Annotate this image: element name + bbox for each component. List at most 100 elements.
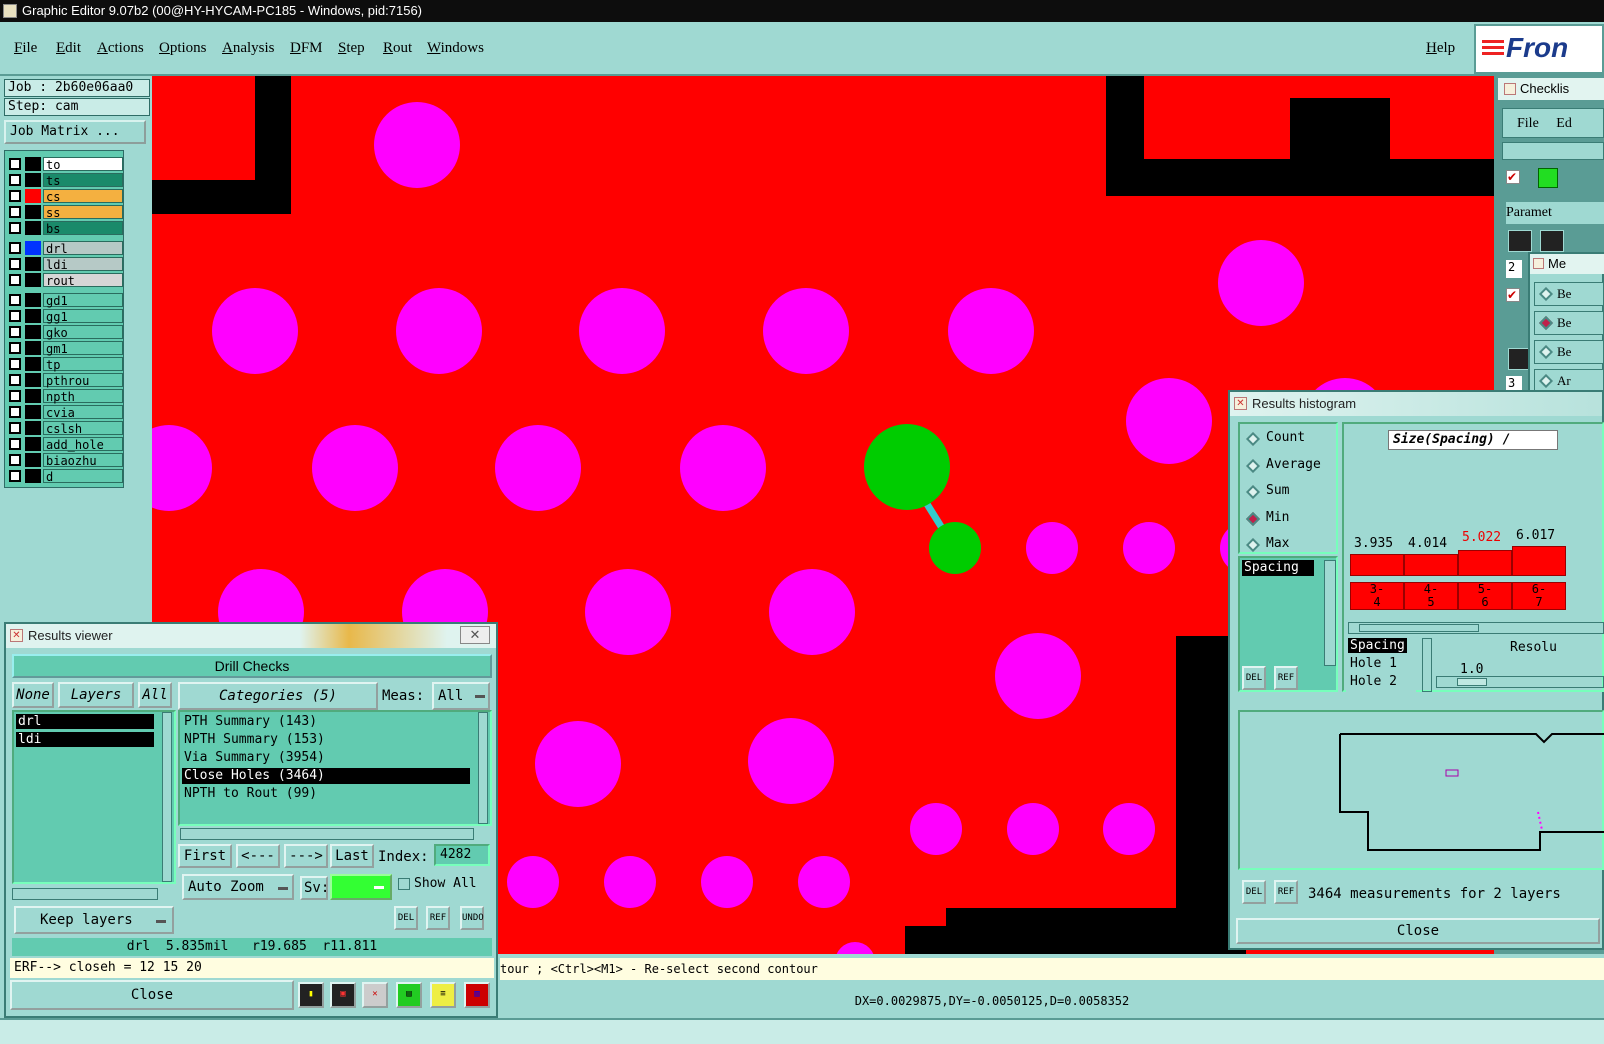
layer-row-ts[interactable]: ts bbox=[7, 173, 123, 188]
layer-name[interactable]: biaozhu bbox=[43, 453, 123, 468]
layer-icon[interactable]: ▮ bbox=[298, 982, 324, 1008]
measure-option-radio[interactable] bbox=[1538, 344, 1554, 360]
layer-result-item[interactable]: drl bbox=[16, 714, 154, 729]
menu-options[interactable]: Options bbox=[159, 40, 207, 57]
layer-name[interactable]: to bbox=[43, 157, 123, 172]
layer-checkbox[interactable] bbox=[9, 174, 21, 186]
layer-checkbox[interactable] bbox=[9, 310, 21, 322]
layer-checkbox[interactable] bbox=[9, 158, 21, 170]
layers-button[interactable]: Layers bbox=[58, 682, 134, 708]
layer-checkbox[interactable] bbox=[9, 294, 21, 306]
menu-dfm[interactable]: DFM bbox=[290, 40, 323, 57]
keep-layers-select[interactable]: Keep layers bbox=[14, 906, 174, 934]
layer-row-pthrou[interactable]: pthrou bbox=[7, 373, 123, 388]
menu-windows[interactable]: Windows bbox=[427, 40, 484, 57]
histogram-bar[interactable] bbox=[1458, 550, 1512, 576]
layer-row-gg1[interactable]: gg1 bbox=[7, 309, 123, 324]
category-item[interactable]: NPTH Summary (153) bbox=[182, 732, 470, 748]
layer-checkbox[interactable] bbox=[9, 206, 21, 218]
layer-checkbox[interactable] bbox=[9, 242, 21, 254]
layer-row-ldi[interactable]: ldi bbox=[7, 257, 123, 272]
layer-name[interactable]: d bbox=[43, 469, 123, 484]
layer-row-drl[interactable]: drl bbox=[7, 241, 123, 256]
histogram-bar[interactable] bbox=[1512, 546, 1566, 576]
job-matrix-button[interactable]: Job Matrix ... bbox=[4, 120, 146, 144]
results-viewer-close-button[interactable]: Close bbox=[10, 980, 294, 1010]
layer-name[interactable]: gd1 bbox=[43, 293, 123, 308]
layer-checkbox[interactable] bbox=[9, 406, 21, 418]
checklist-value[interactable]: 2 bbox=[1506, 260, 1522, 278]
prev-button[interactable]: <--- bbox=[236, 844, 280, 868]
close-icon[interactable]: ✕ bbox=[1234, 397, 1247, 410]
layer-name[interactable]: gm1 bbox=[43, 341, 123, 356]
categories-button[interactable]: Categories (5) bbox=[178, 682, 378, 710]
measure-option-radio[interactable] bbox=[1538, 373, 1554, 389]
mode-radio-max[interactable] bbox=[1245, 537, 1261, 553]
layer-result-item[interactable]: ldi bbox=[16, 732, 154, 747]
layer-row-npth[interactable]: npth bbox=[7, 389, 123, 404]
layer-row-bs[interactable]: bs bbox=[7, 221, 123, 236]
category-item[interactable]: PTH Summary (143) bbox=[182, 714, 470, 730]
menu-analysis[interactable]: Analysis bbox=[222, 40, 275, 57]
category-item[interactable]: Via Summary (3954) bbox=[182, 750, 470, 766]
menu-help[interactable]: Help bbox=[1426, 40, 1455, 57]
menu-actions[interactable]: Actions bbox=[97, 40, 144, 57]
layer-row-add_hole[interactable]: add_hole bbox=[7, 437, 123, 452]
mode-radio-sum[interactable] bbox=[1245, 484, 1261, 500]
close-icon[interactable] bbox=[1504, 83, 1516, 95]
mode-radio-min[interactable] bbox=[1245, 511, 1261, 526]
layer-name[interactable]: cs bbox=[43, 189, 123, 204]
mode-radio-count[interactable] bbox=[1245, 431, 1261, 447]
show-all-checkbox[interactable] bbox=[398, 878, 410, 890]
histogram-list-scrollbar[interactable] bbox=[1324, 560, 1336, 666]
first-button[interactable]: First bbox=[178, 844, 232, 868]
layer-name[interactable]: ss bbox=[43, 205, 123, 220]
layer-checkbox[interactable] bbox=[9, 470, 21, 482]
category-item[interactable]: Close Holes (3464) bbox=[182, 768, 470, 784]
layer-row-rout[interactable]: rout bbox=[7, 273, 123, 288]
ref-button[interactable]: REF bbox=[1274, 880, 1298, 904]
layer-row-tp[interactable]: tp bbox=[7, 357, 123, 372]
layer-row-biaozhu[interactable]: biaozhu bbox=[7, 453, 123, 468]
layer-checkbox[interactable] bbox=[9, 274, 21, 286]
layer-list-h-scrollbar[interactable] bbox=[12, 888, 158, 900]
auto-zoom-select[interactable]: Auto Zoom bbox=[182, 874, 294, 900]
highlighted-hole-1[interactable] bbox=[864, 424, 950, 510]
resolution-slider[interactable] bbox=[1436, 676, 1604, 688]
layer-name[interactable]: bs bbox=[43, 221, 123, 236]
export-icon[interactable]: ▣ bbox=[330, 982, 356, 1008]
layer-checkbox[interactable] bbox=[9, 342, 21, 354]
layer-row-ss[interactable]: ss bbox=[7, 205, 123, 220]
del-button[interactable]: DEL bbox=[394, 906, 418, 930]
measure-option-row[interactable]: Be bbox=[1534, 311, 1604, 335]
histogram-icon[interactable]: ▥ bbox=[464, 982, 490, 1008]
categories-h-scrollbar[interactable] bbox=[180, 828, 474, 840]
layer-name[interactable]: gg1 bbox=[43, 309, 123, 324]
histogram-bar[interactable] bbox=[1350, 554, 1404, 576]
layer-row-cslsh[interactable]: cslsh bbox=[7, 421, 123, 436]
mode-radio-average[interactable] bbox=[1245, 458, 1261, 473]
last-button[interactable]: Last bbox=[330, 844, 374, 868]
layer-name[interactable]: pthrou bbox=[43, 373, 123, 388]
erase-icon[interactable]: ✕ bbox=[362, 982, 388, 1008]
layer-row-to[interactable]: to bbox=[7, 157, 123, 172]
layer-name[interactable]: ts bbox=[43, 173, 123, 188]
measure-option-row[interactable]: Be bbox=[1534, 340, 1604, 364]
layer-checkbox[interactable] bbox=[9, 190, 21, 202]
histogram-close-button[interactable]: Close bbox=[1236, 918, 1600, 944]
layer-row-cs[interactable]: cs bbox=[7, 189, 123, 204]
sv-color-select[interactable] bbox=[330, 874, 392, 900]
layer-checkbox[interactable] bbox=[9, 222, 21, 234]
checklist-check-icon[interactable]: ✔ bbox=[1506, 288, 1520, 302]
layer-name[interactable]: rout bbox=[43, 273, 123, 288]
layer-name[interactable]: add_hole bbox=[43, 437, 123, 452]
histogram-list-item[interactable]: Spacing bbox=[1242, 560, 1314, 576]
run-icon[interactable] bbox=[1508, 230, 1532, 252]
highlighted-hole-2[interactable] bbox=[929, 522, 981, 574]
layer-name[interactable]: tp bbox=[43, 357, 123, 372]
checklist-check-icon[interactable]: ✔ bbox=[1506, 170, 1520, 184]
measure-option-row[interactable]: Be bbox=[1534, 282, 1604, 306]
layer-row-gd1[interactable]: gd1 bbox=[7, 293, 123, 308]
fields-scrollbar[interactable] bbox=[1422, 638, 1432, 692]
close-icon[interactable] bbox=[1533, 258, 1544, 269]
